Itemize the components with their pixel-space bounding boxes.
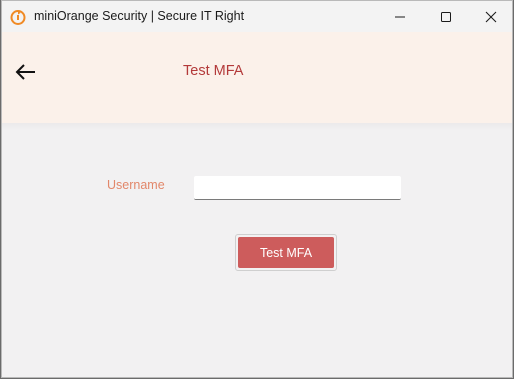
page-title: Test MFA (183, 63, 244, 79)
test-mfa-button[interactable]: Test MFA (235, 234, 337, 271)
arrow-left-icon (15, 64, 35, 80)
username-input[interactable] (194, 176, 401, 200)
test-mfa-button-label: Test MFA (238, 237, 334, 268)
close-button[interactable] (468, 1, 512, 32)
minimize-button[interactable] (377, 1, 423, 32)
app-window: miniOrange Security | Secure IT Right Te… (1, 0, 513, 378)
back-button[interactable] (12, 60, 40, 84)
miniorange-logo-icon (10, 10, 26, 25)
maximize-icon (441, 11, 451, 22)
window-title: miniOrange Security | Secure IT Right (34, 9, 245, 23)
username-label: Username (107, 178, 165, 192)
close-icon (485, 11, 497, 22)
title-bar[interactable]: miniOrange Security | Secure IT Right (2, 1, 512, 32)
header-divider (2, 123, 512, 131)
page-header: Test MFA (2, 32, 512, 123)
minimize-icon (395, 16, 405, 17)
maximize-button[interactable] (423, 1, 469, 32)
